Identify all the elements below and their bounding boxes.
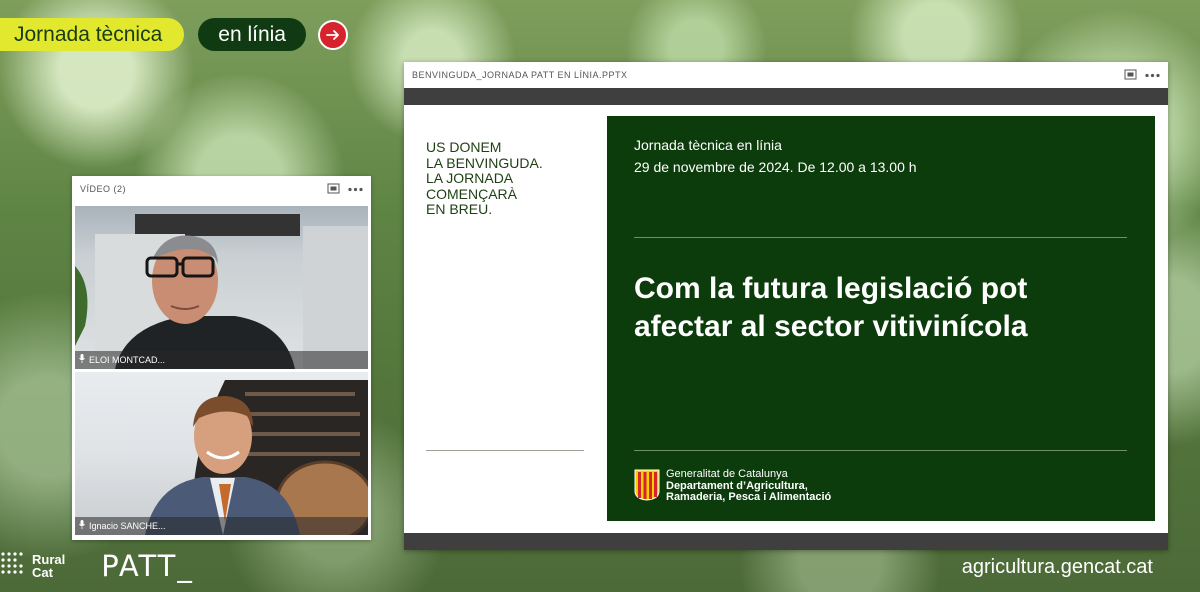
welcome-line: EN BREU.	[426, 201, 493, 217]
footer-logos: Rural Cat PATT_	[0, 549, 194, 583]
presentation-window: BENVINGUDA_JORNADA PATT EN LÍNIA.PPTX US…	[404, 62, 1168, 550]
welcome-line: LA BENVINGUDA.	[426, 154, 543, 171]
headline-line: afectar al sector vitivinícola	[634, 310, 1028, 343]
slide-headline: Com la futura legislació pot afectar al …	[634, 270, 1134, 346]
participant-tile-2[interactable]: Ignacio SANCHE...	[75, 372, 368, 535]
patt-logo: PATT_	[101, 549, 194, 583]
participant-tile-1[interactable]: ELOI MONTCAD...	[75, 206, 368, 369]
microphone-icon	[79, 351, 85, 369]
arrow-right-icon[interactable]	[317, 19, 348, 50]
maximize-icon[interactable]	[327, 183, 340, 196]
welcome-line: COMENÇARÀ	[426, 185, 518, 202]
ruralcat-line: Cat	[32, 565, 53, 580]
event-header: Jornada tècnica en línia	[0, 18, 348, 51]
video-panel-title: VÍDEO (2)	[80, 184, 127, 194]
welcome-text: US DONEM LA BENVINGUDA. LA JORNADA COMEN…	[426, 139, 596, 218]
organization-logo-block: Generalitat de Catalunya Departament d’A…	[634, 468, 832, 505]
divider	[634, 450, 1127, 451]
divider	[634, 237, 1127, 238]
welcome-line: LA JORNADA	[426, 170, 514, 186]
headline-line: Com la futura legislació pot	[634, 272, 1028, 305]
participant-name-1: ELOI MONTCAD...	[89, 355, 166, 365]
website-url: agricultura.gencat.cat	[961, 556, 1153, 578]
event-type: Jornada tècnica en línia	[634, 137, 782, 153]
microphone-icon	[79, 517, 85, 535]
video-panel-header: VÍDEO (2)	[72, 176, 371, 202]
participant-label-2: Ignacio SANCHE...	[75, 517, 368, 535]
event-title: Jornada tècnica	[0, 18, 185, 51]
presentation-top-bar	[404, 88, 1168, 105]
event-mode: en línia	[198, 18, 306, 51]
presentation-title-bar: BENVINGUDA_JORNADA PATT EN LÍNIA.PPTX	[404, 62, 1168, 88]
presentation-bottom-bar	[404, 533, 1168, 550]
participant-video-1	[75, 214, 368, 369]
welcome-line: US DONEM	[426, 139, 502, 155]
maximize-icon[interactable]	[1124, 69, 1137, 82]
more-options-icon[interactable]	[1145, 70, 1160, 80]
participant-label-1: ELOI MONTCAD...	[75, 351, 368, 369]
ruralcat-dots-icon	[0, 551, 26, 582]
participant-name-2: Ignacio SANCHE...	[89, 521, 166, 531]
slide-content-panel: Jornada tècnica en línia 29 de novembre …	[607, 116, 1155, 521]
ruralcat-logo-text: Rural Cat	[32, 553, 65, 579]
participant-video-2	[145, 380, 368, 535]
event-date: 29 de novembre de 2024. De 12.00 a 13.00…	[634, 159, 917, 175]
video-panel: VÍDEO (2) ELOI MONTCAD... Ignacio SANCHE…	[72, 176, 371, 540]
more-options-icon[interactable]	[348, 184, 363, 194]
divider	[426, 450, 584, 451]
catalan-flag-icon	[634, 469, 660, 505]
org-line: Generalitat de Catalunya	[666, 468, 788, 480]
org-line: Ramaderia, Pesca i Alimentació	[666, 491, 832, 503]
presentation-filename: BENVINGUDA_JORNADA PATT EN LÍNIA.PPTX	[412, 70, 628, 80]
